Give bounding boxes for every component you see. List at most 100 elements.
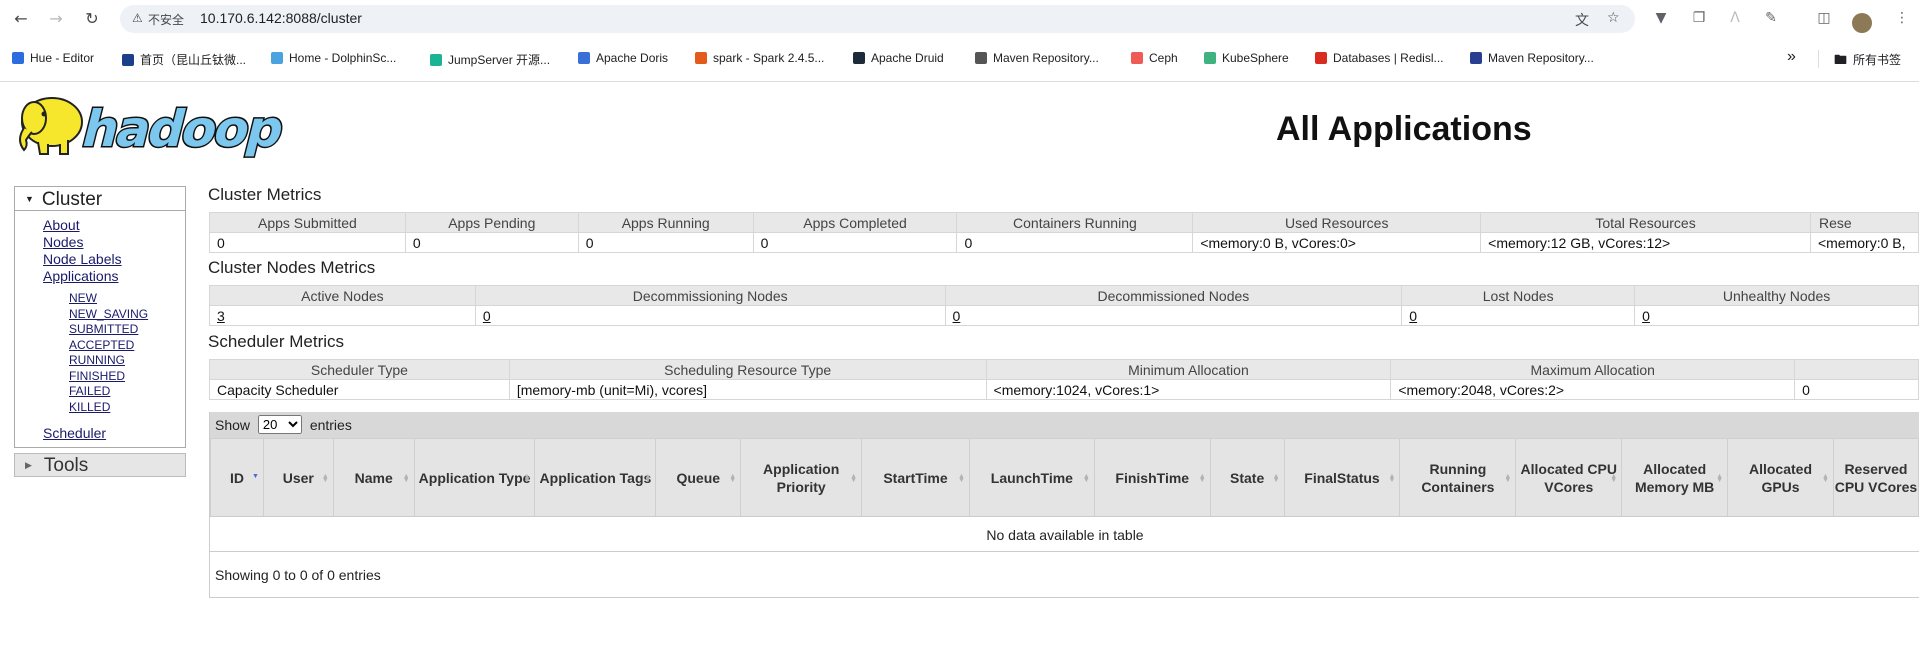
- bookmark-label: Apache Druid: [871, 51, 944, 65]
- active-nodes-link[interactable]: 3: [217, 308, 225, 324]
- sort-icon: ▲ ▼: [1610, 473, 1618, 484]
- column-header-allocated-gpus[interactable]: Allocated GPUs ▲ ▼: [1727, 438, 1834, 517]
- column-header-starttime[interactable]: StartTime ▲ ▼: [861, 438, 970, 517]
- bookmark-item[interactable]: Ceph: [1131, 51, 1178, 65]
- entries-label: entries: [309, 417, 352, 433]
- nav-link-scheduler[interactable]: Scheduler: [43, 425, 185, 442]
- metric-decommissioned-nodes: 0: [944, 305, 1403, 326]
- nav-link-about[interactable]: About: [43, 217, 185, 234]
- column-header-finalstatus[interactable]: FinalStatus ▲ ▼: [1283, 438, 1401, 517]
- decommissioning-nodes-link[interactable]: 0: [483, 308, 491, 324]
- column-header-name[interactable]: Name ▲ ▼: [332, 438, 415, 517]
- bookmark-item[interactable]: 首页（昆山丘钛微...: [122, 51, 246, 68]
- scheduler-extra-value: 0: [1794, 379, 1919, 400]
- extensions-puzzle-icon[interactable]: ✎: [1762, 10, 1780, 26]
- bookmark-item[interactable]: Home - DolphinSc...: [271, 51, 396, 65]
- column-header: Total Resources: [1480, 212, 1811, 233]
- column-header-state[interactable]: State ▲ ▼: [1209, 438, 1285, 517]
- warning-icon[interactable]: ⚠: [132, 11, 143, 25]
- extension-icon[interactable]: ❐: [1690, 10, 1708, 26]
- metric-lost-nodes: 0: [1401, 305, 1636, 326]
- bookmark-item[interactable]: Maven Repository...: [975, 51, 1099, 65]
- reload-icon[interactable]: ↻: [82, 9, 102, 29]
- bookmark-item[interactable]: Maven Repository...: [1470, 51, 1594, 65]
- url-text[interactable]: 10.170.6.142:8088/cluster: [200, 10, 362, 26]
- bookmark-favicon-icon: [695, 52, 707, 64]
- metric-apps-running: 0: [577, 232, 754, 253]
- column-header-launchtime[interactable]: LaunchTime ▲ ▼: [968, 438, 1095, 517]
- forward-icon[interactable]: →: [46, 9, 66, 29]
- scheduler-type-value: Capacity Scheduler: [209, 379, 510, 400]
- nav-link-nodes[interactable]: Nodes: [43, 234, 185, 251]
- address-bar[interactable]: ⚠ 不安全 10.170.6.142:8088/cluster 文 ☆: [120, 5, 1635, 33]
- column-header-queue[interactable]: Queue ▲ ▼: [655, 438, 742, 517]
- column-header-reserved-cpu-vcores[interactable]: Reserved CPU VCores: [1832, 438, 1919, 517]
- profile-avatar[interactable]: [1852, 13, 1872, 33]
- sort-icon: ▲ ▼: [1822, 473, 1829, 484]
- bookmark-star-icon[interactable]: ☆: [1607, 10, 1620, 26]
- column-header: Rese: [1809, 212, 1919, 233]
- nav-link-state-new-saving[interactable]: NEW_SAVING: [69, 307, 185, 323]
- sort-icon: ▲ ▼: [1198, 473, 1206, 484]
- extension-icon[interactable]: Λ: [1726, 10, 1744, 26]
- nav-link-state-finished[interactable]: FINISHED: [69, 369, 185, 385]
- column-label: State: [1230, 469, 1265, 486]
- nav-link-state-submitted[interactable]: SUBMITTED: [69, 322, 185, 338]
- nav-link-state-killed[interactable]: KILLED: [69, 400, 185, 416]
- metric-used-resources: <memory:0 B, vCores:0>: [1192, 232, 1482, 253]
- column-header-running-containers[interactable]: Running Containers ▲ ▼: [1399, 438, 1517, 517]
- column-label: Application Tags: [539, 469, 652, 486]
- scheduler-metrics-table: Scheduler Type Scheduling Resource Type …: [209, 359, 1919, 400]
- lost-nodes-link[interactable]: 0: [1409, 308, 1417, 324]
- nav-link-state-new[interactable]: NEW: [69, 291, 185, 307]
- bookmark-item[interactable]: Databases | Redisl...: [1315, 51, 1444, 65]
- bookmark-item[interactable]: Apache Druid: [853, 51, 944, 65]
- column-header-id[interactable]: ID ▼: [210, 438, 264, 517]
- bookmark-item[interactable]: Apache Doris: [578, 51, 668, 65]
- bookmark-item[interactable]: spark - Spark 2.4.5...: [695, 51, 824, 65]
- column-header-application-priority[interactable]: Application Priority ▲ ▼: [740, 438, 863, 517]
- column-header: [1794, 359, 1919, 380]
- nav-link-node-labels[interactable]: Node Labels: [43, 251, 185, 268]
- cluster-metrics-title: Cluster Metrics: [208, 185, 322, 204]
- metric-containers-running: 0: [956, 232, 1194, 253]
- side-panel-icon[interactable]: ◫: [1815, 10, 1833, 26]
- column-header-allocated-memory-mb[interactable]: Allocated Memory MB ▲ ▼: [1621, 438, 1729, 517]
- table-length-control: Show 10 20 50 100 entries: [210, 412, 1919, 438]
- sort-icon: ▲ ▼: [1504, 473, 1512, 484]
- column-header-user[interactable]: User ▲ ▼: [262, 438, 334, 517]
- cluster-nav-header[interactable]: ▼ Cluster: [15, 187, 185, 211]
- insecure-label[interactable]: 不安全: [148, 11, 184, 28]
- all-bookmarks-button[interactable]: 🖿 所有书签: [1834, 51, 1901, 73]
- decommissioned-nodes-link[interactable]: 0: [953, 308, 961, 324]
- extension-icon[interactable]: ▼: [1652, 10, 1670, 26]
- tools-nav-header[interactable]: ▶ Tools: [14, 453, 186, 477]
- nav-link-state-accepted[interactable]: ACCEPTED: [69, 338, 185, 354]
- page-size-select[interactable]: 10 20 50 100: [257, 415, 302, 434]
- bookmark-favicon-icon: [430, 54, 442, 66]
- back-icon[interactable]: ←: [11, 9, 31, 29]
- column-header-finishtime[interactable]: FinishTime ▲ ▼: [1093, 438, 1211, 517]
- nav-link-state-running[interactable]: RUNNING: [69, 353, 185, 369]
- bookmark-label: spark - Spark 2.4.5...: [713, 51, 825, 65]
- menu-icon[interactable]: ⋮: [1893, 10, 1911, 26]
- hadoop-logo[interactable]: hadoop: [14, 88, 314, 160]
- column-header-allocated-cpu-vcores[interactable]: Allocated CPU VCores ▲ ▼: [1515, 438, 1623, 517]
- more-bookmarks-button[interactable]: »: [1787, 48, 1796, 66]
- column-header-application-type[interactable]: Application Type ▲ ▼: [413, 438, 536, 517]
- bookmark-item[interactable]: Hue - Editor: [12, 51, 94, 65]
- column-label: Allocated Memory MB: [1634, 460, 1715, 495]
- unhealthy-nodes-link[interactable]: 0: [1642, 308, 1650, 324]
- bookmark-label: 首页（昆山丘钛微...: [140, 53, 247, 67]
- bookmark-item[interactable]: KubeSphere: [1204, 51, 1289, 65]
- bookmark-item[interactable]: JumpServer 开源...: [430, 51, 550, 68]
- bookmark-label: Databases | Redisl...: [1333, 51, 1444, 65]
- sort-icon: ▲ ▼: [850, 473, 858, 484]
- translate-icon[interactable]: 文: [1575, 10, 1589, 30]
- nav-link-state-failed[interactable]: FAILED: [69, 384, 185, 400]
- nav-link-applications[interactable]: Applications: [43, 268, 185, 285]
- column-header-application-tags[interactable]: Application Tags ▲ ▼: [534, 438, 657, 517]
- minimum-allocation-value: <memory:1024, vCores:1>: [985, 379, 1392, 400]
- metric-decommissioning-nodes: 0: [474, 305, 946, 326]
- applications-table: ID ▼ User ▲ ▼ Name ▲ ▼ Application Type ▲ ▼ App…: [210, 438, 1919, 517]
